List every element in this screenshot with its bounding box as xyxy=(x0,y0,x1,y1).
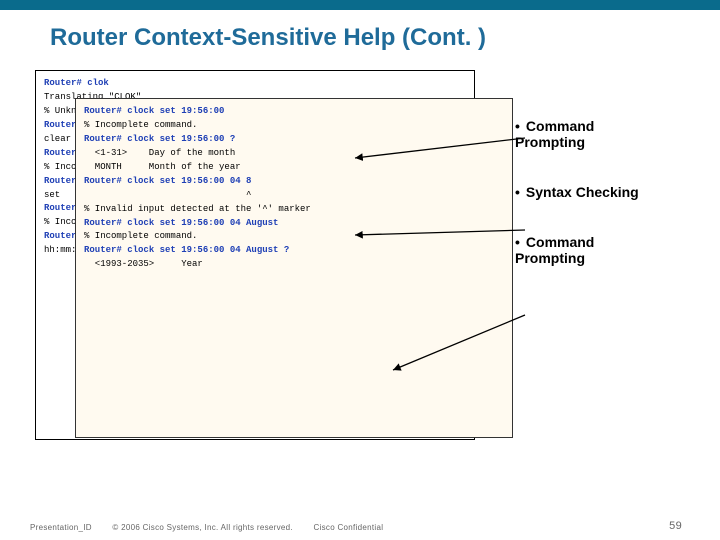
bullet-icon: • xyxy=(515,118,520,134)
bullet-icon: • xyxy=(515,184,520,200)
callout-label: Syntax Checking xyxy=(526,184,639,200)
footer: Presentation_ID © 2006 Cisco Systems, In… xyxy=(30,523,700,532)
page-number: 59 xyxy=(669,520,682,532)
slide-title: Router Context-Sensitive Help (Cont. ) xyxy=(50,24,720,52)
bullet-icon: • xyxy=(515,234,520,250)
callout-label: Command Prompting xyxy=(515,234,594,266)
callout-command-prompting-1: •Command Prompting xyxy=(515,118,655,150)
callout-syntax-checking: • Syntax Checking xyxy=(515,184,655,200)
callout-list: •Command Prompting •Syntax Checking •Com… xyxy=(515,118,655,300)
confidential: Cisco Confidential xyxy=(313,523,383,532)
terminal-front: Router# clock set 19:56:00% Incomplete c… xyxy=(75,98,513,438)
top-accent-bar xyxy=(0,0,720,10)
presentation-id: Presentation_ID xyxy=(30,523,92,532)
callout-label: Command Prompting xyxy=(515,118,594,150)
callout-command-prompting-2: •Command Prompting xyxy=(515,234,655,266)
content-stage: Router# clokTranslating "CLOK"% Unknown … xyxy=(35,70,655,460)
copyright: © 2006 Cisco Systems, Inc. All rights re… xyxy=(112,523,293,532)
